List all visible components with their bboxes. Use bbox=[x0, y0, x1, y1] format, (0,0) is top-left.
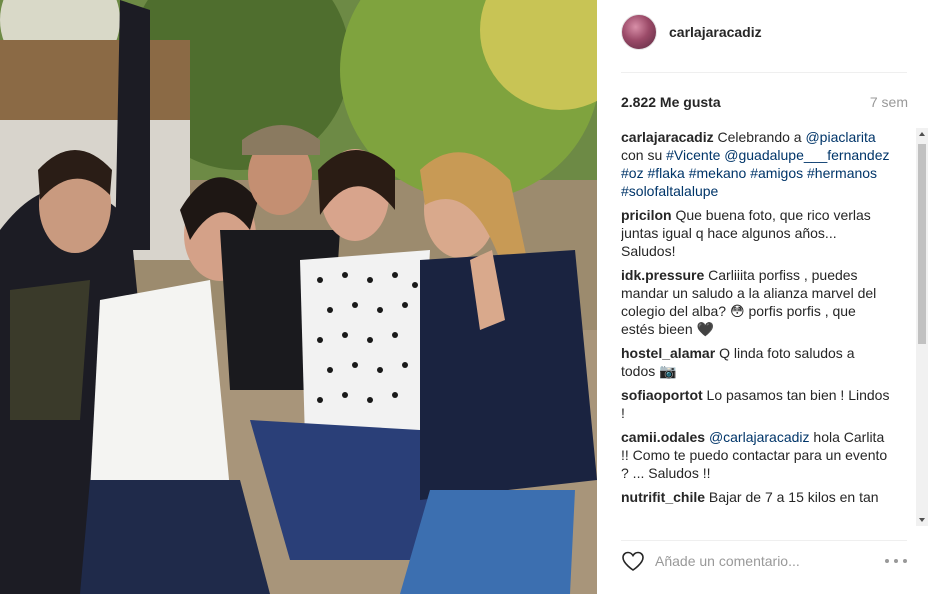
avatar[interactable] bbox=[621, 14, 657, 50]
comment-item: sofiaoportot Lo pasamos tan bien ! Lindo… bbox=[621, 386, 891, 422]
post-age[interactable]: 7 sem bbox=[870, 94, 908, 110]
photo-image bbox=[0, 0, 597, 594]
post-header: carlajaracadiz bbox=[597, 0, 931, 72]
post-author-username[interactable]: carlajaracadiz bbox=[669, 24, 762, 40]
comment-link[interactable]: #solofaltalalupe bbox=[621, 183, 718, 199]
comments-list: carlajaracadiz Celebrando a @piaclarita … bbox=[621, 128, 891, 526]
comment-text: con su bbox=[621, 147, 667, 163]
heart-outline-icon[interactable] bbox=[621, 550, 645, 572]
comment-item: pricilon Que buena foto, que rico verlas… bbox=[621, 206, 891, 260]
header-divider bbox=[621, 72, 907, 73]
comment-link[interactable]: @carlajaracadiz bbox=[709, 429, 810, 445]
comment-username[interactable]: carlajaracadiz bbox=[621, 129, 714, 145]
ellipsis-icon[interactable] bbox=[883, 552, 909, 570]
add-comment-input[interactable] bbox=[655, 548, 875, 574]
comment-username[interactable]: sofiaoportot bbox=[621, 387, 703, 403]
comment-username[interactable]: hostel_alamar bbox=[621, 345, 715, 361]
comment-username[interactable]: nutrifit_chile bbox=[621, 489, 705, 505]
comment-link[interactable]: @piaclarita bbox=[805, 129, 875, 145]
comment-item: carlajaracadiz Celebrando a @piaclarita … bbox=[621, 128, 891, 200]
post-photo[interactable] bbox=[0, 0, 597, 594]
comments-scrollbar[interactable] bbox=[916, 128, 928, 526]
comment-text: Celebrando a bbox=[717, 129, 806, 145]
post-details-panel: carlajaracadiz 2.822 Me gusta 7 sem carl… bbox=[597, 0, 931, 594]
comment-item: nutrifit_chile Bajar de 7 a 15 kilos en … bbox=[621, 488, 891, 506]
comment-item: idk.pressure Carliiita porfiss , puedes … bbox=[621, 266, 891, 338]
comment-link[interactable]: #mekano bbox=[689, 165, 747, 181]
comment-item: hostel_alamar Q linda foto saludos a tod… bbox=[621, 344, 891, 380]
likes-row: 2.822 Me gusta 7 sem bbox=[621, 92, 908, 112]
comment-username[interactable]: idk.pressure bbox=[621, 267, 704, 283]
comment-text: Bajar de 7 a 15 kilos en tan bbox=[708, 489, 879, 505]
comment-username[interactable]: camii.odales bbox=[621, 429, 705, 445]
likes-count[interactable]: 2.822 Me gusta bbox=[621, 94, 721, 110]
comment-link[interactable]: @guadalupe___fernandez bbox=[724, 147, 889, 163]
comment-item: camii.odales @carlajaracadiz hola Carlit… bbox=[621, 428, 891, 482]
scroll-thumb[interactable] bbox=[918, 144, 926, 344]
scroll-down-arrow-icon[interactable] bbox=[916, 514, 928, 526]
comment-link[interactable]: #hermanos bbox=[807, 165, 877, 181]
post-footer bbox=[597, 540, 931, 594]
comment-link[interactable]: #Vicente bbox=[666, 147, 720, 163]
comment-link[interactable]: #amigos bbox=[750, 165, 803, 181]
comment-link[interactable]: #oz bbox=[621, 165, 644, 181]
comment-username[interactable]: pricilon bbox=[621, 207, 672, 223]
comment-link[interactable]: #flaka bbox=[647, 165, 684, 181]
scroll-up-arrow-icon[interactable] bbox=[916, 128, 928, 140]
